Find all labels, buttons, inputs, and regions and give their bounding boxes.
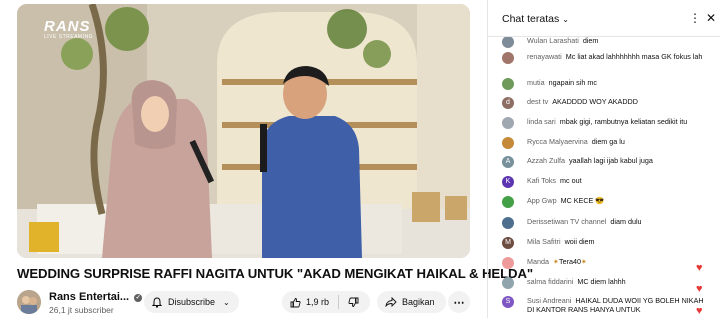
message-author: salma fiddarini [527, 277, 574, 286]
logo-subtext: LIVE STREAMING [44, 34, 93, 40]
subscriber-count: 26,1 jt subscriber [49, 305, 114, 315]
bell-icon [152, 296, 162, 307]
message-author: renayawati [527, 52, 562, 61]
message-text: mc out [560, 176, 582, 185]
channel-name[interactable]: Rans Entertai... [49, 291, 129, 303]
message-author: Rycca Malyaervina [527, 137, 588, 146]
dislike-icon[interactable] [348, 297, 359, 308]
user-avatar: M [502, 237, 514, 249]
user-avatar [502, 78, 514, 90]
chat-message: salma fiddarini MC diem lahhh [502, 277, 712, 289]
user-avatar: K [502, 176, 514, 188]
user-avatar [502, 257, 514, 269]
more-actions-button[interactable]: ⋯ [448, 291, 470, 313]
message-text: diam dulu [610, 217, 642, 226]
logo-text: RANS [44, 18, 91, 35]
chat-message: Wulan Larashati diem [502, 36, 712, 48]
user-avatar [502, 217, 514, 229]
subscribe-button[interactable]: Disubscribe ⌄ [144, 291, 239, 313]
message-author: Azzah Zulfa [527, 156, 565, 165]
message-text: woii diem [564, 237, 595, 246]
channel-logo-watermark: RANS LIVE STREAMING [44, 18, 93, 40]
message-text: diem [582, 36, 599, 45]
close-icon[interactable]: ✕ [706, 11, 716, 25]
heart-reaction-icon: ♥ [696, 305, 703, 317]
user-avatar: A [502, 156, 514, 168]
live-chat-panel: Chat teratas ⌄ ⋮ ✕ Wulan Larashati diem re… [487, 0, 720, 318]
message-text: yaallah lagi ijab kabul juga [568, 156, 653, 165]
message-text: MC diem lahhh [577, 277, 626, 286]
chat-message: M Mila Safitri woii diem [502, 237, 712, 249]
message-author: Manda [527, 257, 549, 266]
share-button[interactable]: Bagikan [377, 291, 446, 313]
heart-reaction-icon: ♥ [696, 262, 703, 274]
video-title: WEDDING SURPRISE RAFFI NAGITA UNTUK "AKA… [17, 266, 534, 281]
message-text: AKADDDD WOY AKADDD [552, 97, 638, 106]
message-author: Kafi Toks [527, 176, 557, 185]
channel-name-row[interactable]: Rans Entertai... ✓ [49, 291, 143, 303]
message-author: dest tv [527, 97, 549, 106]
message-author: Mila Safitri [527, 237, 561, 246]
message-author: App Gwp [527, 196, 557, 205]
heart-reaction-icon: ♥ [696, 283, 703, 295]
user-avatar [502, 52, 514, 64]
verified-icon: ✓ [134, 294, 143, 302]
channel-avatar[interactable] [17, 290, 41, 314]
sparkle-emoji-icon: ✴ [581, 257, 588, 266]
sunglasses-emoji-icon: 😎 [593, 196, 605, 205]
chat-message: mutia ngapain sih mc [502, 78, 712, 90]
message-text: diem ga lu [591, 137, 625, 146]
more-horizontal-icon: ⋯ [453, 296, 465, 309]
user-avatar [502, 277, 514, 289]
message-text: MC KECE [560, 196, 594, 205]
message-author: mutia [527, 78, 545, 87]
user-avatar [502, 117, 514, 129]
chevron-down-icon: ⌄ [562, 15, 569, 24]
share-icon [385, 297, 397, 307]
more-vertical-icon[interactable]: ⋮ [689, 11, 701, 25]
chat-header: Chat teratas ⌄ ⋮ ✕ [488, 0, 720, 37]
chat-mode-selector[interactable]: Chat teratas ⌄ [502, 13, 569, 25]
chat-message: renayawati Mc liat akad lahhhhhhh masa GK… [502, 52, 712, 64]
user-avatar: d [502, 97, 514, 109]
message-text: Tera40 [559, 257, 581, 266]
user-avatar [502, 137, 514, 149]
chevron-down-icon: ⌄ [223, 297, 230, 307]
chat-message: K Kafi Toks mc out [502, 176, 712, 188]
avatar-image [17, 290, 41, 314]
message-author: Derissetiwan TV channel [527, 217, 607, 226]
message-text: Mc liat akad lahhhhhhh masa GK fokus lah [565, 52, 703, 61]
chat-message: d dest tv AKADDDD WOY AKADDD [502, 97, 712, 109]
share-label: Bagikan [402, 297, 435, 307]
message-author: Wulan Larashati [527, 36, 579, 45]
chat-title: Chat teratas [502, 13, 560, 25]
message-author: linda sari [527, 117, 556, 126]
like-count: 1,9 rb [306, 297, 330, 307]
chat-message: A Azzah Zulfa yaallah lagi ijab kabul jug… [502, 156, 712, 168]
user-avatar: S [502, 296, 514, 308]
chat-message: linda sari mbak gigi, rambutnya keliatan … [502, 117, 712, 129]
message-text: ngapain sih mc [548, 78, 597, 87]
subscribe-label: Disubscribe [168, 297, 216, 307]
message-author: Susi Andreani [527, 296, 572, 305]
user-avatar [502, 196, 514, 208]
chat-message: Derissetiwan TV channel diam dulu [502, 217, 712, 229]
user-avatar [502, 36, 514, 48]
chat-message: App Gwp MC KECE 😎 [502, 196, 712, 208]
chat-message: S Susi Andreani HAIKAL DUDA WOII YG BOLEH… [502, 296, 712, 314]
like-icon[interactable] [290, 297, 301, 308]
chat-message: Manda ✴Tera40✴ [502, 257, 712, 269]
chat-message: Rycca Malyaervina diem ga lu [502, 137, 712, 149]
like-dislike-group[interactable]: 1,9 rb [282, 291, 370, 313]
video-frame [17, 4, 470, 258]
video-player[interactable]: RANS LIVE STREAMING [17, 4, 470, 258]
like-divider [338, 295, 340, 309]
message-text: mbak gigi, rambutnya keliatan sedikit it… [559, 117, 688, 126]
